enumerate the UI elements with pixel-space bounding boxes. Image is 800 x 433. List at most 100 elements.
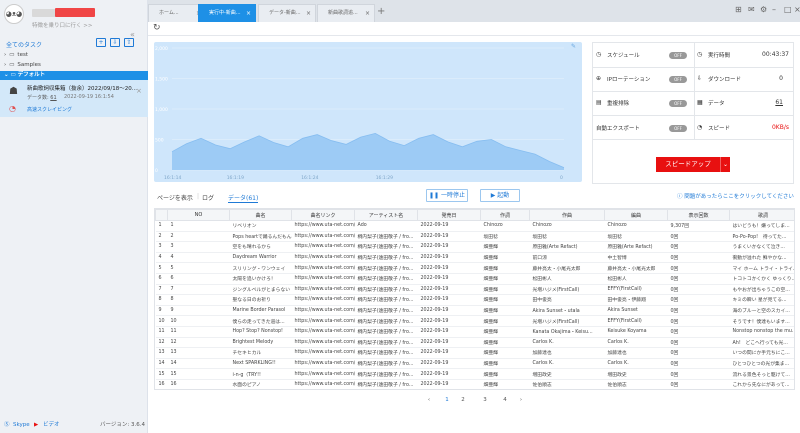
column-header[interactable]: アーティスト名	[354, 209, 418, 221]
dedup-toggle[interactable]: OFF	[669, 100, 687, 107]
column-header[interactable]: 曲名	[229, 209, 292, 221]
skype-link[interactable]: Skype	[13, 418, 30, 433]
task-title: 新曲歌詞収集箱（抜余）2022/09/18～20...	[27, 86, 137, 92]
table-cell: Kanata Okajima・Keisu...	[529, 326, 605, 338]
table-cell: 11	[155, 326, 168, 338]
data-value[interactable]: 61	[743, 99, 783, 106]
table-row[interactable]: 10 10 僕らの走ってきた道は... https://www.uta-net.com…	[155, 315, 794, 327]
table-row[interactable]: 9 9 Marine Border Parasol https://www.uta-n…	[155, 305, 794, 317]
gift-icon[interactable]: ⊞	[735, 5, 742, 14]
toolbar	[148, 22, 800, 36]
tree-item-samples[interactable]: › ▭ Samples	[4, 60, 41, 70]
table-cell: 太陽を追いかけろ！	[229, 273, 292, 285]
table-row[interactable]: 8 8 聖なる日のお祈り https://www.uta-net.com/... 桐内梨…	[155, 294, 794, 306]
table-row[interactable]: 11 11 Hop? Stop? Nonstop! https://www.uta-n…	[155, 326, 794, 338]
table-cell: 2022-09-19	[417, 337, 481, 349]
table-cell: 衝動が溢れた 鮮やかな...	[729, 252, 794, 264]
chevron-down-icon[interactable]: ⌄	[720, 157, 730, 172]
table-row[interactable]: 14 14 Next SPARKLING!! https://www.uta-net.…	[155, 358, 794, 370]
start-button[interactable]: ▶ 起動	[480, 189, 520, 202]
fast-scraping-link[interactable]: 高速スクレイピング	[27, 106, 72, 113]
close-icon[interactable]: ×	[136, 87, 142, 95]
refresh-icon[interactable]: ↻	[153, 23, 161, 33]
video-icon[interactable]: ▶	[34, 418, 38, 433]
tab-data[interactable]: データ-新曲... ×	[258, 4, 316, 22]
close-tab-icon[interactable]: ×	[246, 5, 251, 22]
prev-page-icon[interactable]: ‹	[424, 397, 434, 403]
table-cell: 4	[155, 252, 168, 264]
table-row[interactable]: 12 12 Brightest Melody https://www.uta-net.…	[155, 337, 794, 349]
table-cell: 2022-09-19	[417, 284, 481, 296]
column-header[interactable]	[155, 209, 168, 221]
table-cell: 15	[167, 368, 230, 380]
column-header[interactable]: 表示回数	[667, 209, 730, 221]
tab-data-count[interactable]: データ(61)	[228, 193, 259, 203]
table-cell: 2	[167, 231, 230, 243]
page-2[interactable]: 2	[458, 397, 468, 403]
mail-icon[interactable]: ✉	[748, 5, 755, 14]
table-cell: 畑亜輝	[480, 379, 530, 389]
skype-icon[interactable]: Ⓢ	[4, 418, 10, 433]
help-link[interactable]: ⓘ 問題があったらここをクリックしてください	[677, 192, 794, 200]
table-cell: 桐内梨子(遠田敬子 / fro...	[354, 231, 418, 243]
column-header[interactable]: NO	[167, 209, 230, 221]
minimize-icon[interactable]: –	[772, 5, 776, 14]
schedule-toggle[interactable]: OFF	[669, 52, 687, 59]
close-tab-icon[interactable]: ×	[365, 5, 370, 22]
table-cell: 2	[155, 231, 168, 243]
table-row[interactable]: 16 16 水面のピアノ https://www.uta-net.com/... 桐内梨…	[155, 379, 794, 389]
export-icon[interactable]: ⇧	[124, 38, 134, 47]
table-cell: https://www.uta-net.com/...	[291, 231, 355, 243]
column-header[interactable]: 作詞	[480, 209, 530, 221]
add-tab-icon[interactable]: +	[377, 6, 385, 17]
speedup-button[interactable]: スピードアップ	[656, 157, 720, 172]
tab-log[interactable]: ログ	[202, 193, 214, 202]
table-row[interactable]: 2 2 Pops heartで踊るんだもん https://www.uta-net.c…	[155, 231, 794, 243]
page-3[interactable]: 3	[480, 397, 490, 403]
table-row[interactable]: 3 3 空をも晴れるから https://www.uta-net.com/... 桐内梨…	[155, 241, 794, 253]
import-icon[interactable]: ⇩	[110, 38, 120, 47]
table-cell: 坂田稔	[529, 231, 605, 243]
table-row[interactable]: 1 1 リベリオン https://www.uta-net.com/... Ado 202…	[155, 220, 794, 232]
download-value: 0	[779, 75, 783, 82]
table-cell: 桐内梨子(遠田敬子 / fro...	[354, 273, 418, 285]
all-tasks-label: 全てのタスク	[6, 42, 43, 49]
page-1[interactable]: 1	[442, 397, 452, 403]
table-row[interactable]: 5 5 スリリング・ワンウェイ https://www.uta-net.com/...…	[155, 262, 794, 274]
edit-icon[interactable]: ✎	[571, 43, 576, 50]
tree-item-default[interactable]: ⌄ ▭ デフォルト	[0, 71, 148, 80]
column-header[interactable]: 編曲	[604, 209, 668, 221]
table-row[interactable]: 4 4 Daydream Warrior https://www.uta-net.co…	[155, 252, 794, 264]
folder-icon: ▭	[9, 52, 15, 58]
table-cell: スリリング・ワンウェイ	[229, 262, 292, 274]
tab-running[interactable]: 実行中-新曲... ×	[198, 4, 256, 22]
goto-link[interactable]: 特徴を乗り口に行く >>	[32, 21, 92, 29]
close-tab-icon[interactable]: ×	[306, 5, 311, 22]
table-cell: 松田彬人	[529, 273, 605, 285]
close-window-icon[interactable]: ×	[794, 5, 800, 14]
table-row[interactable]: 6 6 太陽を追いかけろ！ https://www.uta-net.com/... 桐内…	[155, 273, 794, 285]
table-cell: https://www.uta-net.com/...	[291, 347, 355, 359]
pause-button[interactable]: ❚❚ 一時停止	[426, 189, 468, 202]
column-header[interactable]: 曲名リンク	[291, 209, 355, 221]
gear-icon[interactable]: ⚙	[760, 5, 767, 14]
video-link[interactable]: ビデオ	[43, 418, 60, 433]
table-row[interactable]: 13 13 チセキヒカル https://www.uta-net.com/... 桐内梨…	[155, 347, 794, 359]
next-page-icon[interactable]: ›	[516, 397, 526, 403]
table-cell: 加藤達也	[604, 347, 668, 359]
tab-page-view[interactable]: ページを表示	[157, 193, 193, 202]
column-header[interactable]: 歌詞	[729, 209, 794, 221]
column-header[interactable]: 発売日	[417, 209, 481, 221]
table-row[interactable]: 15 15 i-n-g（TRY!! https://www.uta-net.com/.…	[155, 368, 794, 380]
tab-lyrics[interactable]: 新曲歌詞追... ×	[317, 4, 375, 22]
table-cell: 光増ハジメ(FirstCall)	[529, 315, 605, 327]
column-header[interactable]: 作曲	[529, 209, 605, 221]
new-folder-icon[interactable]: +	[96, 38, 106, 47]
page-4[interactable]: 4	[500, 397, 510, 403]
maximize-icon[interactable]: □	[784, 5, 792, 14]
auto-export-toggle[interactable]: OFF	[669, 125, 687, 132]
tree-item-test[interactable]: › ▭ test	[4, 50, 28, 60]
ip-rotation-toggle[interactable]: OFF	[669, 76, 687, 83]
table-row[interactable]: 7 7 ジングルベルがとまらない https://www.uta-net.com/..…	[155, 284, 794, 296]
table-cell: 藤井亮太・小尾光太郎	[604, 262, 668, 274]
